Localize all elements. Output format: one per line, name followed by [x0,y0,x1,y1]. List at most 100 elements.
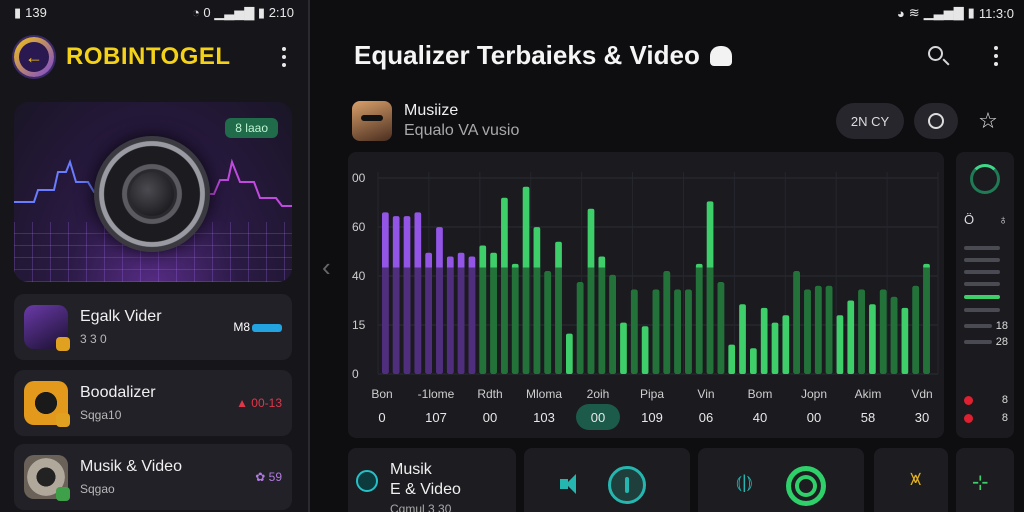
signal-icon: ▁▃▅▇ [214,5,255,20]
level-bar[interactable] [964,246,1000,250]
alarm-icon: ◕ [896,5,905,21]
level-meter [252,323,282,332]
star-icon[interactable]: ☆ [974,108,1002,134]
chevron-left-icon[interactable]: ‹ [322,252,331,283]
eq-bar-shade [598,267,606,374]
status-bar-right: ◕ ≋ ▁▃▅▇ ▮ 11:3:0 [897,0,1014,26]
eq-bar-shade [468,267,476,374]
eq-bar [836,315,844,374]
eq-bar [847,300,855,374]
eq-bar-shade [414,267,422,374]
wifi-icon: ≋ [908,5,920,20]
level-bar[interactable] [964,258,1000,262]
x-category-label: Pipa [640,387,664,401]
eq-bar-shade [544,271,552,374]
x-category-label: Vin [697,387,714,401]
x-category-label: 2oih [587,387,610,401]
hero-banner[interactable]: 8 laao [14,102,292,282]
eq-bar-shade [392,267,400,374]
bottom-card-volume[interactable] [524,448,690,512]
list-item[interactable]: Boodalizer Sqga10 ▲ 00-13 [14,370,292,436]
list-item[interactable]: Musik & Video Sqgao ✿ 59 [14,444,292,510]
level-bar[interactable] [964,270,1000,274]
more-menu-icon[interactable] [986,46,1006,66]
thumb-image [24,305,70,351]
x-value-label: 00 [483,410,497,425]
battery-icon: ▮ [967,5,975,20]
eq-bar-shade [858,289,865,374]
eq-bar [760,307,768,374]
power-button-icon[interactable] [608,466,646,504]
app-logo[interactable]: ← [14,37,54,77]
sim-icon: ▮ [14,5,22,20]
eq-bar-shade [490,267,497,374]
x-value-label: 06 [699,410,713,425]
track-title: Musiize [404,102,459,119]
right-panel: ◕ ≋ ▁▃▅▇ ▮ 11:3:0 Equalizer Terbaieks & … [310,0,1024,512]
avatar[interactable] [352,101,392,141]
sound-wave-icon[interactable]: ⦅|⦆ [736,472,753,493]
bag-icon [709,45,732,66]
app-title: ROBINTOGEL [66,43,231,70]
eq-bar-shade [533,267,541,374]
eq-bar-shade [674,289,681,374]
eq-bar-shade [555,267,562,374]
volume-icon[interactable] [560,472,584,496]
eq-bar-shade [717,282,725,374]
eq-bar-shade [804,289,811,374]
knob-icon[interactable] [970,164,1000,194]
eq-bar-shade [403,267,411,374]
eq-bar-shade [446,267,454,374]
app-bar: ← ROBINTOGEL [0,28,308,86]
eq-bar-shade [793,271,801,374]
x-category-label: Jopn [801,387,827,401]
bottom-card-audio[interactable]: ⦅|⦆ [698,448,864,512]
eq-bar-shade [814,285,822,374]
y-tick-label: 15 [352,318,366,332]
y-tick-label: 60 [352,220,366,234]
x-category-label: Bon [371,387,392,401]
eq-bar-shade [576,282,584,374]
speaker-thumb-icon [24,381,70,427]
target-button-icon[interactable] [786,466,826,506]
eq-bar-shade [912,285,920,374]
eq-bar-shade [890,296,898,374]
eq-bar-shade [706,267,714,374]
level-bar-active[interactable] [964,295,1000,299]
eq-bar [739,304,746,374]
eq-bar [750,348,757,374]
y-tick-label: 00 [352,171,366,185]
boost-icon[interactable]: ⩙ [910,468,921,491]
eq-bar-shade [457,267,465,374]
mixer-icon[interactable]: ⊹ [972,470,989,495]
side-dot-val: 8 [1001,412,1008,424]
search-icon[interactable] [926,44,950,68]
bottom-card-mixer[interactable]: ⊹ [956,448,1014,512]
mood-icon[interactable]: ♁ [998,212,1008,227]
eq-bar [641,326,649,374]
x-value-label: 107 [425,410,447,425]
side-val: 18 [995,320,1008,332]
preset-pill-button[interactable]: 2N CY [836,103,904,139]
more-menu-icon[interactable] [274,47,294,67]
x-value-label: 00 [591,410,605,425]
bottom-label: Musik [390,461,432,478]
level-bar[interactable] [964,282,1000,286]
red-dot-icon [964,395,973,405]
x-value-label: 00 [807,410,821,425]
refresh-icon [928,113,944,129]
page-title: Equalizer Terbaieks & Video [354,40,732,71]
eq-bar-shade [879,289,887,374]
x-category-label: Vdn [911,387,932,401]
equalizer-chart: 00 60 40 15 0 Bon 0 -1lome 107 Rdth 00 Mloma 103 2oih… [348,152,944,438]
timer-icon[interactable]: Ö [964,212,974,227]
level-bar[interactable] [964,308,1000,312]
y-tick-label: 40 [352,269,366,283]
eq-bar-shade [425,267,433,374]
list-item[interactable]: Egalk Vider 3 3 0 M8 [14,294,292,360]
sync-button[interactable] [914,103,958,139]
bottom-card-boost[interactable]: ⩙ [874,448,948,512]
bottom-card-music[interactable]: Musik E & Video Cqmul 3 30 [348,448,516,512]
eq-bar-shade [382,267,389,374]
x-category-label: Akim [855,387,882,401]
